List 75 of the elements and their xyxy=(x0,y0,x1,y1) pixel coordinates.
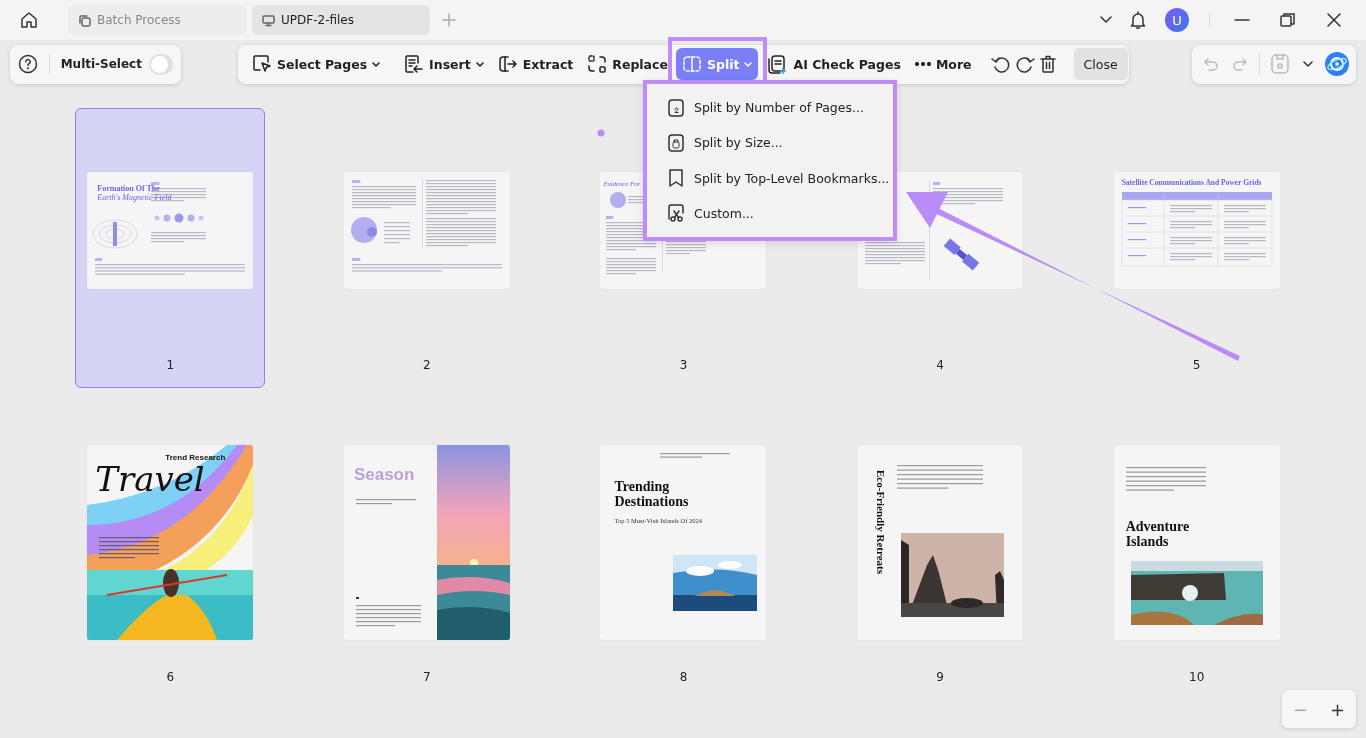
zoom-in-button[interactable]: + xyxy=(1322,698,1353,720)
plus-icon xyxy=(442,13,456,27)
assistant-logo-icon xyxy=(1324,52,1349,76)
page-thumbnail[interactable] xyxy=(87,171,254,289)
menu-item[interactable]: Split by Top-Level Bookmarks... xyxy=(651,160,889,196)
page-number: 1 xyxy=(166,357,175,374)
caret-icon xyxy=(372,61,381,67)
page-title: Travel xyxy=(95,461,205,496)
tab[interactable]: UPDF-2-files xyxy=(252,5,430,35)
toolbar-button[interactable]: Select Pages xyxy=(246,48,387,80)
redo-icon xyxy=(1231,56,1248,72)
user-avatar[interactable]: U xyxy=(1165,8,1189,32)
save-icon xyxy=(1269,53,1290,75)
menu-item[interactable]: Split by Number of Pages... xyxy=(651,90,889,126)
bell-icon xyxy=(1129,10,1147,30)
page-number: 5 xyxy=(1192,357,1201,374)
cursor-select-icon xyxy=(252,54,272,74)
page-thumbnail[interactable] xyxy=(343,171,510,289)
caret-icon xyxy=(744,61,753,67)
extract-icon xyxy=(497,54,518,74)
page-title: Season xyxy=(353,464,415,485)
page-thumbnail[interactable] xyxy=(600,444,767,640)
page-number: 7 xyxy=(423,669,431,686)
toolbar-button[interactable]: AI Check Pages xyxy=(760,48,907,80)
minimize-icon xyxy=(1234,19,1250,21)
undo-icon xyxy=(1203,56,1219,72)
page-count-icon xyxy=(667,97,685,118)
page-title: Eco-Friendly Retreats xyxy=(875,469,888,574)
monitor-icon xyxy=(262,13,275,27)
bookmark-icon xyxy=(667,168,685,189)
page-title: Formation Of The xyxy=(97,183,160,193)
page-thumbnail[interactable] xyxy=(1113,444,1280,640)
annotation-dot xyxy=(597,129,605,137)
page-thumbnail[interactable] xyxy=(857,444,1024,640)
menu-item[interactable]: Split by Size... xyxy=(651,125,889,161)
page-number: 3 xyxy=(679,357,688,374)
menu-item[interactable]: Custom... xyxy=(651,195,889,231)
page-selection-highlight[interactable]: Formation Of The Earth's Magnetic Field 1 xyxy=(75,108,266,388)
size-icon xyxy=(667,132,685,153)
more-icon xyxy=(914,62,931,66)
page-number: 8 xyxy=(679,669,688,686)
split-icon xyxy=(681,54,702,74)
page-number: 2 xyxy=(423,357,431,374)
caret-icon xyxy=(1303,61,1314,67)
page-thumbnail[interactable] xyxy=(1113,171,1280,289)
page-number: 9 xyxy=(936,669,944,686)
home-button[interactable] xyxy=(18,9,40,31)
page-title: Trending Destinations xyxy=(614,478,690,509)
page-number: 10 xyxy=(1189,669,1205,686)
ai-pages-icon xyxy=(766,53,789,75)
copy-icon xyxy=(78,13,91,27)
page-number: 4 xyxy=(936,357,944,374)
page-title: Earth's Magnetic Field xyxy=(97,192,172,202)
document-insert-icon xyxy=(404,54,425,74)
trash-icon xyxy=(1037,54,1058,74)
page-title: Adventure Islands xyxy=(1125,518,1191,549)
multi-select-label: Multi-Select xyxy=(60,57,142,71)
multi-select-toggle[interactable] xyxy=(148,53,173,75)
restore-icon xyxy=(1280,12,1296,28)
replace-icon xyxy=(587,54,608,74)
caret-icon xyxy=(475,61,484,67)
scissors-icon xyxy=(667,203,685,224)
page-number: 6 xyxy=(166,669,175,686)
toolbar-button[interactable]: Replace xyxy=(581,48,674,80)
chevron-icon xyxy=(1100,16,1112,24)
page-thumbnail[interactable] xyxy=(87,444,254,640)
toolbar-button[interactable]: Insert xyxy=(398,48,490,80)
home-icon xyxy=(20,11,38,29)
close-icon xyxy=(1326,12,1342,28)
help-icon xyxy=(18,54,38,74)
page-title: Trend Research xyxy=(165,452,226,462)
page-thumbnail[interactable] xyxy=(343,444,510,640)
toolbar-button[interactable]: More xyxy=(908,48,978,80)
toolbar-button[interactable]: Extract xyxy=(491,48,580,80)
close-button[interactable]: Close xyxy=(1073,48,1128,80)
